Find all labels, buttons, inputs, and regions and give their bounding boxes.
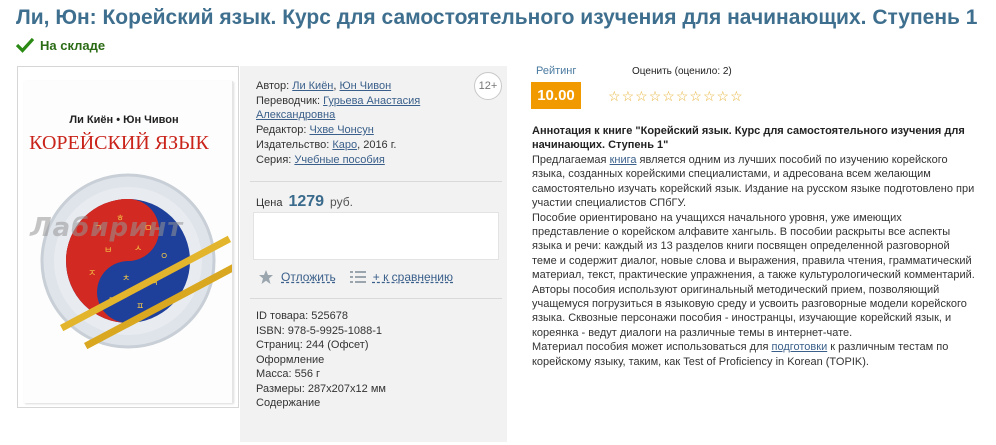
svg-text:ㅈ: ㅈ [88,269,96,279]
list-icon [349,271,366,283]
book-link[interactable]: книга [610,154,637,166]
rating-star-icon[interactable]: ☆ [689,88,702,104]
annotation-body: Предлагаемая книга является одним из луч… [532,153,977,369]
cover-authors: Ли Киён • Юн Чивон [69,114,178,126]
meta-editor-row: Редактор: Чхве Чонсун [256,123,470,137]
svg-text:ㅍ: ㅍ [136,302,144,312]
age-rating-badge: 12+ [474,72,502,100]
rating-label: Рейтинг [536,65,577,77]
design-link[interactable]: Оформление [256,354,324,366]
series-label: Серия: [256,154,292,166]
meta-author-row: Автор: Ли Киён, Юн Чивон [256,80,392,92]
rating-star-icon[interactable]: ☆ [608,88,621,104]
svg-text:ㅇ: ㅇ [160,252,168,262]
translator-label: Переводчик: [256,95,321,107]
price-block: Цена 1279 руб. [256,193,353,211]
annotation-paragraph: Предлагаемая книга является одним из луч… [532,154,975,210]
rating-star-icon[interactable]: ☆ [717,88,730,104]
annotation-paragraph: Авторы пособия используют оригинальный м… [532,283,967,339]
svg-text:ㅅ: ㅅ [134,244,142,254]
page-title: Ли, Юн: Корейский язык. Курс для самосто… [16,6,978,29]
book-cover-image[interactable]: Ли Киён • Юн Чивон КОРЕЙСКИЙ ЯЗЫК ㄱ ㅎㅁ ㅂ ㅅ… [24,81,233,403]
defer-label[interactable]: Отложить [281,270,336,284]
rating-star-icon[interactable]: ☆ [635,88,648,104]
product-info-panel: 12+ Автор: Ли Киён, Юн Чивон Переводчик:… [240,66,507,442]
rating-badge: 10.00 [531,82,581,109]
meta-series-row: Серия: Учебные пособия [256,153,470,167]
divider [250,181,502,182]
annotation-paragraph: Материал пособия может использоваться дл… [532,341,949,368]
compare-button[interactable]: + к сравнению [349,270,453,284]
publisher-link[interactable]: Каро [332,139,357,151]
annotation-heading: Аннотация к книге "Корейский язык. Курс … [532,125,965,151]
product-meta: Автор: Ли Киён, Юн Чивон Переводчик: Гур… [256,79,470,168]
rate-label: Оценить (оценило: 2) [632,66,732,77]
editor-link[interactable]: Чхве Чонсун [309,124,373,136]
rating-star-icon[interactable]: ☆ [730,88,743,104]
rating-star-icon[interactable]: ☆ [649,88,662,104]
author-link-2[interactable]: Юн Чивон [340,80,392,92]
rating-star-icon[interactable]: ☆ [703,88,716,104]
author-label: Автор: [256,80,290,92]
svg-text:ㅁ: ㅁ [144,224,152,234]
rating-star-icon[interactable]: ☆ [676,88,689,104]
stock-label: На складе [40,37,106,53]
price-label: Цена [256,197,283,209]
contents-link[interactable]: Содержание [256,397,320,409]
check-icon [16,37,34,53]
svg-text:ㅎ: ㅎ [116,214,124,224]
price-currency: руб. [330,195,353,209]
svg-text:ㅊ: ㅊ [122,274,130,284]
divider [250,298,502,299]
buy-area[interactable] [253,212,499,260]
svg-text:ㄱ: ㄱ [94,224,102,234]
rating-star-icon[interactable]: ☆ [622,88,635,104]
publisher-label: Издательство: [256,139,330,151]
svg-text:ㅂ: ㅂ [104,246,112,256]
spec-pages: Страниц: 244 (Офсет) [256,339,369,351]
defer-button[interactable]: Отложить [258,269,336,285]
price-value: 1279 [288,193,325,210]
spec-weight: Масса: 556 г [256,368,321,380]
preparation-link[interactable]: подготовки [771,341,827,353]
star-icon [259,270,273,284]
spec-id: ID товара: 525678 [256,310,348,322]
cover-container[interactable]: Ли Киён • Юн Чивон КОРЕЙСКИЙ ЯЗЫК ㄱ ㅎㅁ ㅂ ㅅ… [17,66,239,408]
annotation-paragraph: Пособие ориентировано на учащихся началь… [532,211,975,282]
spec-isbn: ISBN: 978-5-9925-1088-1 [256,324,382,337]
author-link-1[interactable]: Ли Киён [292,80,333,92]
meta-publisher-row: Издательство: Каро, 2016 г. [256,138,470,152]
publish-year: , 2016 г. [357,139,397,151]
stock-status: На складе [16,37,105,53]
compare-label[interactable]: + к сравнению [373,270,453,284]
editor-label: Редактор: [256,124,307,136]
product-actions: Отложить + к сравнению [258,269,453,285]
series-link[interactable]: Учебные пособия [294,154,384,166]
rating-stars[interactable]: ☆ ☆ ☆ ☆ ☆ ☆ ☆ ☆ ☆ ☆ [608,88,743,104]
product-specs: ID товара: 525678 ISBN: 978-5-9925-1088-… [256,309,386,411]
cover-title: КОРЕЙСКИЙ ЯЗЫК [29,131,209,154]
spec-size: Размеры: 287x207x12 мм [256,382,386,395]
meta-translator-row: Переводчик: Гурьева Анастасия Александро… [256,94,470,122]
rating-star-icon[interactable]: ☆ [662,88,675,104]
